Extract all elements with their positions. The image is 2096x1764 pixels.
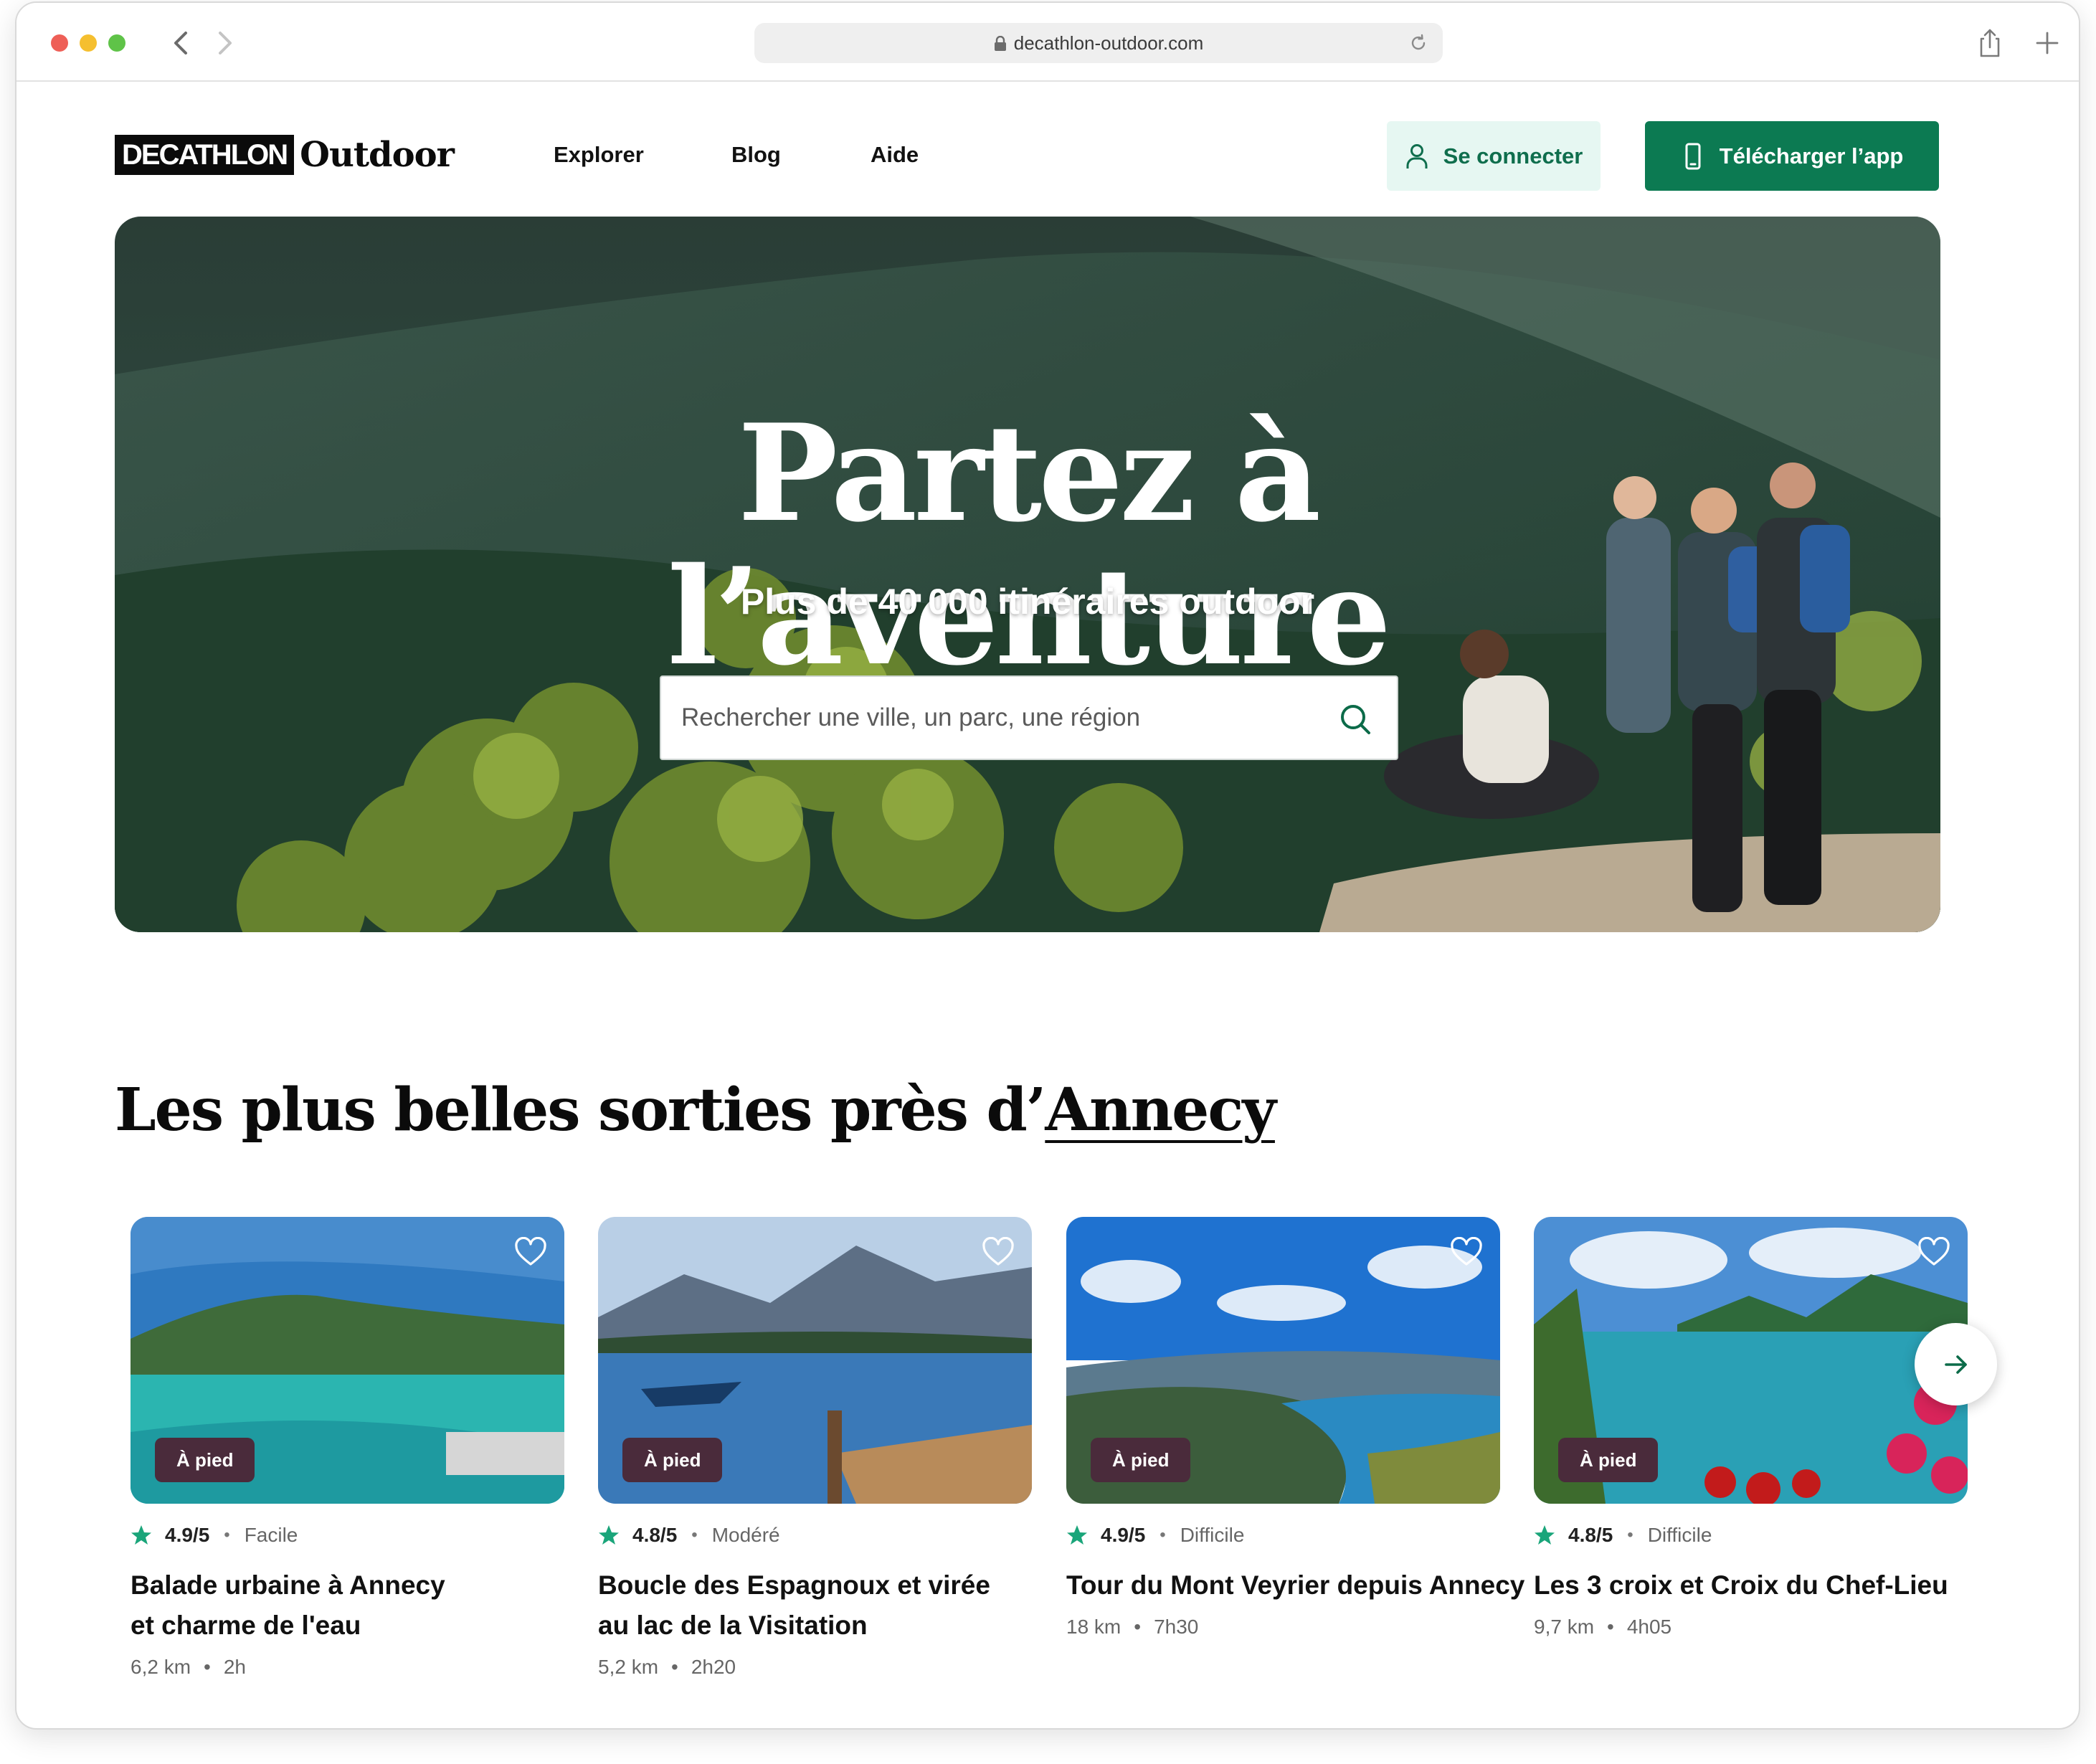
card-meta: 4.8/5 • Modéré: [598, 1521, 1032, 1550]
card-stats: 6,2 km • 2h: [131, 1656, 246, 1678]
card-meta: 4.8/5 • Difficile: [1534, 1521, 1968, 1550]
separator-dot: •: [691, 1525, 698, 1545]
card-title-line2: au lac de la Visitation: [598, 1611, 868, 1640]
route-card[interactable]: À pied 4.8/5 • Modéré Boucle des Espagno…: [598, 1217, 1032, 1679]
address-bar[interactable]: decathlon-outdoor.com: [754, 23, 1443, 63]
card-title-line1: Boucle des Espagnoux et virée: [598, 1570, 990, 1600]
card-duration: 2h: [223, 1656, 246, 1678]
logo-word: Outdoor: [300, 135, 455, 175]
card-distance: 6,2 km: [131, 1656, 191, 1678]
separator-dot: •: [1627, 1525, 1633, 1545]
favorite-heart-icon[interactable]: [1450, 1237, 1483, 1267]
nav-aide[interactable]: Aide: [871, 142, 919, 168]
card-image[interactable]: À pied: [598, 1217, 1032, 1504]
card-difficulty: Difficile: [1180, 1524, 1245, 1546]
card-rating: 4.8/5: [632, 1524, 678, 1546]
card-title[interactable]: Balade urbaine à Annecy et charme de l'e…: [131, 1565, 564, 1646]
section-title-prefix: Les plus belles sorties près d’: [115, 1076, 1046, 1144]
star-icon: [599, 1525, 619, 1545]
card-rating: 4.8/5: [1568, 1524, 1613, 1546]
hero-title: Partez à l’aventure: [667, 394, 1391, 695]
site-logo[interactable]: DECATHLON Outdoor: [115, 135, 455, 175]
nav-explorer[interactable]: Explorer: [554, 142, 644, 168]
search-icon[interactable]: [1338, 702, 1372, 736]
lock-icon: [994, 36, 1006, 51]
back-icon[interactable]: [167, 24, 196, 62]
card-stats: 9,7 km • 4h05: [1534, 1616, 1672, 1638]
user-icon: [1406, 143, 1428, 169]
card-difficulty: Modéré: [711, 1524, 780, 1546]
activity-tag: À pied: [155, 1438, 255, 1482]
favorite-heart-icon[interactable]: [1917, 1237, 1950, 1267]
search-input[interactable]: [681, 677, 1327, 759]
star-icon: [1067, 1525, 1087, 1545]
card-duration: 2h20: [691, 1656, 736, 1678]
favorite-heart-icon[interactable]: [982, 1237, 1015, 1267]
card-stats: 5,2 km • 2h20: [598, 1656, 736, 1678]
url-text: decathlon-outdoor.com: [1013, 32, 1204, 54]
card-image[interactable]: À pied: [1534, 1217, 1968, 1504]
card-title-line2: et charme de l'eau: [131, 1611, 361, 1640]
download-app-button[interactable]: Télécharger l’app: [1645, 121, 1939, 191]
card-title[interactable]: Les 3 croix et Croix du Chef-Lieu: [1534, 1565, 1968, 1606]
card-duration: 7h30: [1154, 1616, 1199, 1638]
nav-blog[interactable]: Blog: [731, 142, 781, 168]
separator-dot: •: [224, 1525, 230, 1545]
login-label: Se connecter: [1443, 143, 1583, 169]
card-distance: 5,2 km: [598, 1656, 659, 1678]
card-difficulty: Facile: [244, 1524, 298, 1546]
card-meta: 4.9/5 • Difficile: [1066, 1521, 1500, 1550]
route-card[interactable]: À pied 4.9/5 • Facile Balade urbaine à A…: [131, 1217, 564, 1679]
star-icon: [131, 1525, 151, 1545]
activity-tag: À pied: [622, 1438, 723, 1482]
phone-icon: [1685, 143, 1701, 169]
card-title[interactable]: Tour du Mont Veyrier depuis Annecy: [1066, 1565, 1525, 1606]
favorite-heart-icon[interactable]: [514, 1237, 547, 1267]
hero-banner: Partez à l’aventure Plus de 40 000 itiné…: [115, 217, 1940, 932]
city-link[interactable]: Annecy: [1045, 1076, 1276, 1144]
browser-toolbar: decathlon-outdoor.com: [16, 3, 2079, 82]
card-difficulty: Difficile: [1647, 1524, 1712, 1546]
card-title[interactable]: Boucle des Espagnoux et virée au lac de …: [598, 1565, 1032, 1646]
minimize-window-button[interactable]: [80, 34, 97, 52]
card-rating: 4.9/5: [1101, 1524, 1146, 1546]
carousel-next-button[interactable]: [1915, 1323, 1997, 1405]
card-stats: 18 km • 7h30: [1066, 1616, 1199, 1638]
new-tab-icon[interactable]: [2033, 27, 2062, 59]
hero-subtitle: Plus de 40 000 itinéraires outdoor: [740, 582, 1315, 622]
section-title: Les plus belles sorties près d’Annecy: [115, 1076, 1276, 1144]
star-icon: [1535, 1525, 1555, 1545]
card-title-line1: Tour du Mont Veyrier depuis Annecy: [1066, 1570, 1525, 1600]
share-icon[interactable]: [1976, 27, 2004, 59]
forward-icon[interactable]: [210, 24, 239, 62]
card-distance: 18 km: [1066, 1616, 1121, 1638]
download-app-label: Télécharger l’app: [1719, 143, 1904, 169]
arrow-right-icon: [1944, 1355, 1967, 1374]
card-distance: 9,7 km: [1534, 1616, 1595, 1638]
card-image[interactable]: À pied: [1066, 1217, 1500, 1504]
route-card[interactable]: À pied 4.9/5 • Difficile Tour du Mont Ve…: [1066, 1217, 1525, 1639]
card-rating: 4.9/5: [165, 1524, 210, 1546]
zoom-window-button[interactable]: [108, 34, 125, 52]
separator-dot: •: [1160, 1525, 1166, 1545]
card-meta: 4.9/5 • Facile: [131, 1521, 564, 1550]
card-title-line1: Les 3 croix et Croix du Chef-Lieu: [1534, 1570, 1948, 1600]
card-title-line1: Balade urbaine à Annecy: [131, 1570, 445, 1600]
search-box[interactable]: [660, 675, 1398, 760]
activity-tag: À pied: [1091, 1438, 1191, 1482]
card-image[interactable]: À pied: [131, 1217, 564, 1504]
reload-icon[interactable]: [1408, 33, 1428, 53]
route-card[interactable]: À pied 4.8/5 • Difficile Les 3 croix et …: [1534, 1217, 1968, 1639]
login-button[interactable]: Se connecter: [1387, 121, 1601, 191]
logo-mark: DECATHLON: [115, 135, 295, 175]
close-window-button[interactable]: [51, 34, 68, 52]
card-duration: 4h05: [1626, 1616, 1672, 1638]
activity-tag: À pied: [1558, 1438, 1659, 1482]
